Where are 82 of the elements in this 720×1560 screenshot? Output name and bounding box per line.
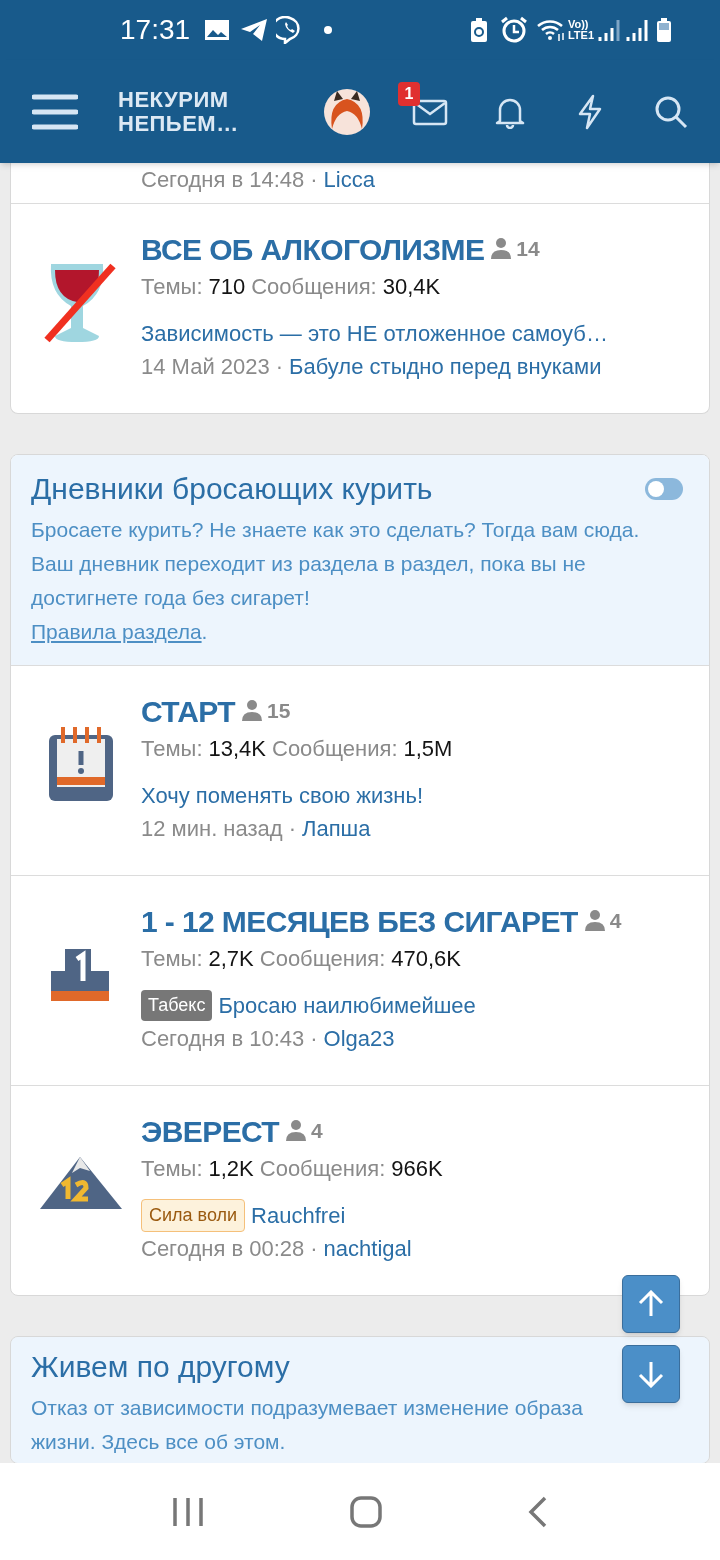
image-icon [204,19,231,41]
notification-badge: 1 [398,81,420,106]
stat-value: 966K [391,1155,443,1183]
thread-link[interactable]: Хочу поменять свою жизнь! [141,778,424,812]
separator: · [310,1025,318,1053]
author-link[interactable]: Licca [323,167,375,193]
separator: · [310,1235,318,1263]
mail-icon[interactable] [412,97,448,126]
search-icon[interactable] [654,94,688,129]
stat-label: Темы: [141,1155,203,1183]
avatar[interactable] [324,88,370,135]
arrow-up-icon [638,1290,664,1318]
arrow-down-icon [638,1360,664,1388]
recent-apps-icon[interactable] [172,1495,205,1528]
stat-label: Темы: [141,735,203,763]
forum-title[interactable]: 1 - 12 МЕСЯЦЕВ БЕЗ СИГАРЕТ [141,904,578,940]
thread-link[interactable]: Rauchfrei [251,1198,346,1232]
dot-icon [324,26,333,34]
stat-value: 13,4K [208,735,266,763]
wifi-icon [535,18,566,42]
signal-icon [626,18,648,42]
forum-title[interactable]: СТАРТ [141,694,235,730]
battery-saver-icon [469,17,488,43]
author-link[interactable]: nachtigal [323,1232,412,1266]
separator: · [310,167,318,193]
stat-value: 1,5M [403,735,453,763]
section-title[interactable]: Живем по другому [31,1347,290,1387]
rules-link[interactable]: Правила раздела [31,615,202,649]
alarm-icon [499,16,528,44]
author-link[interactable]: Лапша [302,812,371,846]
clock: 17:31 [120,13,191,47]
viewer-count: 4 [609,907,622,934]
menu-icon[interactable] [32,93,78,130]
author-link[interactable]: Бабуле стыдно перед внуками [289,350,602,384]
viewer-count: 4 [311,1117,323,1144]
prefix-tag[interactable]: Сила воли [141,1198,246,1232]
home-icon[interactable] [349,1494,383,1529]
person-icon [490,237,513,260]
person-icon [583,909,606,932]
network-label: LTE1 [567,30,594,41]
person-icon [285,1119,308,1142]
post-date: Сегодня в 14:48 [141,167,305,193]
lightning-icon[interactable] [576,93,604,130]
stat-label: Сообщения: [259,1155,386,1183]
prefix-tag[interactable]: Табекс [141,989,213,1021]
back-icon[interactable] [527,1495,548,1528]
section-title[interactable]: Дневники бросающих курить [31,469,433,509]
stat-label: Сообщения: [259,945,386,973]
viewer-count: 14 [516,235,540,262]
punctuation: . [201,619,208,645]
scroll-down-button[interactable] [622,1345,680,1403]
forum-title[interactable]: ВСЕ ОБ АЛКОГОЛИЗМЕ [141,232,485,268]
paper-plane-icon [240,18,269,42]
battery-icon [656,17,672,43]
post-date: 12 мин. назад [141,815,283,843]
thread-link[interactable]: Бросаю наилюбимейшее [218,988,476,1022]
thread-link[interactable]: Зависимость — это НЕ отложенное самоуб… [141,316,608,350]
scroll-up-button[interactable] [622,1275,680,1333]
viewer-count: 15 [266,697,291,724]
forum-title[interactable]: ЭВЕРЕСТ [141,1114,280,1150]
stat-value: 30,4K [382,273,441,301]
stat-label: Темы: [141,945,203,973]
stat-label: Сообщения: [272,735,398,763]
stat-value: 1,2K [208,1155,254,1183]
person-icon [240,699,263,722]
post-date: Сегодня в 10:43 [141,1025,305,1053]
stat-label: Сообщения: [251,273,377,301]
signal-icon [598,18,620,42]
author-link[interactable]: Olga23 [323,1022,395,1056]
stat-value: 2,7K [208,945,254,973]
section-description: Бросаете курить? Не знаете как это сделать? Тогда вам сюда. Ваш дневник переходит из раздела в раздел, пока вы не достигнете года без сигарет! [31,517,641,611]
volte-label: Vo)) [567,19,589,30]
collapse-toggle[interactable] [645,478,683,500]
stat-label: Темы: [141,273,203,301]
site-logo[interactable]: НЕКУРИМ НЕПЬЕМ… [118,87,258,136]
section-description: Отказ от зависимости подразумевает изменение образа жизни. Здесь все об этом. [31,1395,584,1455]
post-date: Сегодня в 00:28 [141,1235,305,1263]
post-date: 14 Май 2023 [141,353,270,381]
separator: · [275,353,284,381]
separator: · [288,815,296,843]
stat-value: 470,6K [391,945,461,973]
stat-value: 710 [208,273,246,301]
